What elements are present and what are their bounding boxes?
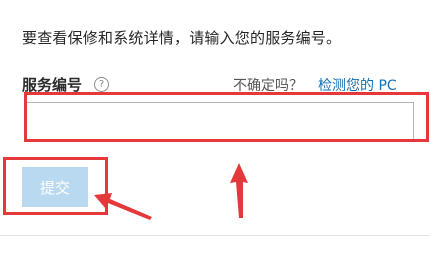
red-arrow-icon [230,163,248,218]
divider [0,235,430,236]
input-highlight-annotation [24,92,429,142]
question-circle-icon[interactable]: ? [94,77,109,92]
intro-text: 要查看保修和系统详情，请输入您的服务编号。 [22,29,342,47]
submit-button[interactable]: 提交 [22,167,88,207]
